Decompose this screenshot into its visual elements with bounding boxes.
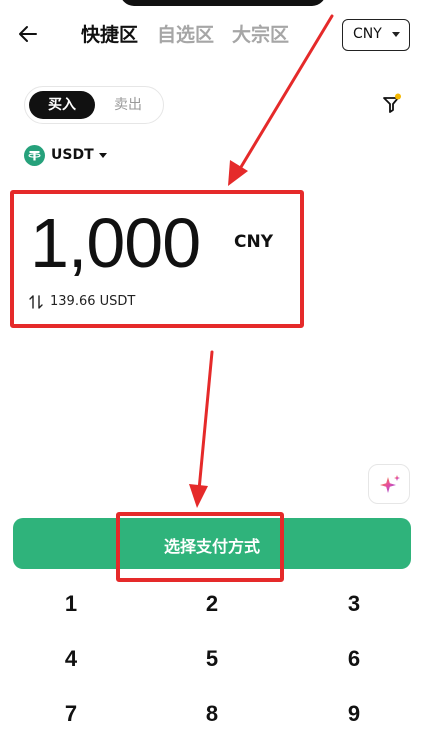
cta-highlight-box [116, 512, 284, 582]
converted-amount[interactable]: 139.66 USDT [28, 294, 135, 309]
tab-favorites[interactable]: 自选区 [157, 22, 214, 48]
caret-down-icon [98, 152, 107, 158]
amount-highlight-box: 1,000 CNY 139.66 USDT [10, 190, 304, 328]
keypad-key-6[interactable]: 6 [304, 639, 404, 679]
amount-currency: CNY [234, 232, 274, 252]
converted-amount-text: 139.66 USDT [50, 294, 136, 309]
ai-assistant-button[interactable] [368, 464, 410, 504]
keypad-key-4[interactable]: 4 [21, 639, 121, 679]
sparkle-icon [380, 475, 400, 493]
buy-tab[interactable]: 买入 [29, 91, 95, 119]
fiat-currency-label: CNY [353, 26, 382, 42]
amount-value[interactable]: 1,000 [30, 204, 201, 282]
crypto-select-label: USDT [51, 147, 94, 163]
top-bar: 快捷区 自选区 大宗区 CNY [0, 14, 425, 58]
swap-arrows-icon [29, 294, 43, 309]
keypad-key-1[interactable]: 1 [21, 584, 121, 624]
annotation-arrow-middle [189, 350, 214, 508]
keypad-key-3[interactable]: 3 [304, 584, 404, 624]
sell-tab[interactable]: 卖出 [95, 91, 161, 119]
keypad-key-5[interactable]: 5 [162, 639, 262, 679]
buy-sell-toggle: 买入 卖出 [24, 86, 164, 124]
tab-quick[interactable]: 快捷区 [81, 22, 138, 48]
fiat-currency-select[interactable]: CNY [342, 19, 410, 51]
filter-icon[interactable] [380, 92, 404, 116]
device-notch [120, 0, 326, 6]
crypto-select[interactable]: USDT [24, 144, 107, 166]
keypad-key-8[interactable]: 8 [162, 694, 262, 734]
tab-block-trade[interactable]: 大宗区 [232, 22, 289, 48]
back-arrow-icon[interactable] [16, 22, 40, 46]
keypad-key-9[interactable]: 9 [304, 694, 404, 734]
tether-logo-icon [24, 144, 45, 166]
keypad-key-7[interactable]: 7 [21, 694, 121, 734]
caret-down-icon [392, 32, 400, 37]
keypad-key-2[interactable]: 2 [162, 584, 262, 624]
